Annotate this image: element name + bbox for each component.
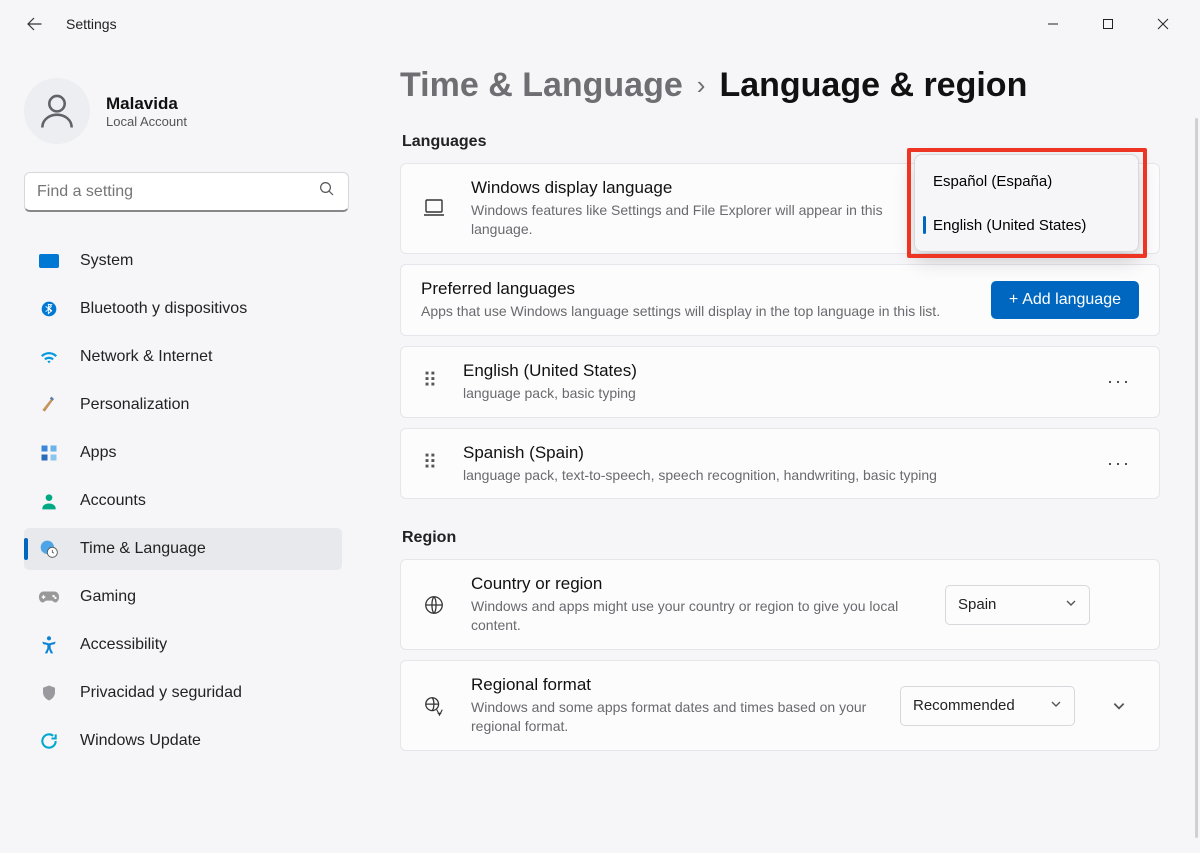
- display-language-sub: Windows features like Settings and File …: [471, 201, 901, 239]
- country-sub: Windows and apps might use your country …: [471, 597, 921, 635]
- display-language-card: Windows display language Windows feature…: [400, 163, 1160, 254]
- display-language-title: Windows display language: [471, 178, 901, 198]
- drag-handle-icon[interactable]: ⠿: [421, 460, 439, 467]
- language-option-espanol[interactable]: Español (España): [919, 159, 1134, 203]
- laptop-icon: [421, 198, 447, 218]
- app-title: Settings: [66, 16, 117, 32]
- preferred-languages-title: Preferred languages: [421, 279, 967, 299]
- preferred-languages-card: Preferred languages Apps that use Window…: [400, 264, 1160, 336]
- nav-label: Accounts: [80, 492, 146, 510]
- section-region: Region: [402, 529, 1160, 547]
- country-value: Spain: [958, 596, 996, 613]
- back-button[interactable]: [24, 14, 44, 34]
- nav-label: Personalization: [80, 396, 189, 414]
- add-language-label: Add language: [1022, 291, 1121, 308]
- regional-format-title: Regional format: [471, 675, 876, 695]
- minimize-button[interactable]: [1025, 4, 1080, 44]
- search-icon: [318, 180, 336, 203]
- shield-icon: [38, 682, 60, 704]
- nav-label: Windows Update: [80, 732, 201, 750]
- chevron-right-icon: ›: [697, 70, 706, 101]
- country-select[interactable]: Spain: [945, 585, 1090, 625]
- nav-personalization[interactable]: Personalization: [24, 384, 342, 426]
- section-languages: Languages: [402, 133, 1160, 151]
- globe-icon: [421, 594, 447, 616]
- nav-label: Gaming: [80, 588, 136, 606]
- update-icon: [38, 730, 60, 752]
- country-region-card: Country or region Windows and apps might…: [400, 559, 1160, 650]
- globe-clock-icon: [38, 538, 60, 560]
- regional-format-sub: Windows and some apps format dates and t…: [471, 698, 876, 736]
- nav-system[interactable]: System: [24, 240, 342, 282]
- chevron-down-icon: [1065, 596, 1077, 613]
- language-name: Spanish (Spain): [463, 443, 1075, 463]
- regional-format-card: Regional format Windows and some apps fo…: [400, 660, 1160, 751]
- nav-apps[interactable]: Apps: [24, 432, 342, 474]
- nav-gaming[interactable]: Gaming: [24, 576, 342, 618]
- nav-label: System: [80, 252, 133, 270]
- accounts-icon: [38, 490, 60, 512]
- breadcrumb-parent[interactable]: Time & Language: [400, 66, 683, 105]
- account-type: Local Account: [106, 114, 187, 129]
- regional-format-select[interactable]: Recommended: [900, 686, 1075, 726]
- close-button[interactable]: [1135, 4, 1190, 44]
- nav-label: Time & Language: [80, 540, 206, 558]
- search-box[interactable]: [24, 172, 349, 212]
- avatar: [24, 78, 90, 144]
- user-name: Malavida: [106, 94, 187, 114]
- country-title: Country or region: [471, 574, 921, 594]
- nav-time-language[interactable]: Time & Language: [24, 528, 342, 570]
- regional-format-value: Recommended: [913, 697, 1015, 714]
- language-detail: language pack, text-to-speech, speech re…: [463, 466, 1075, 485]
- page-title: Language & region: [719, 66, 1027, 105]
- nav-bluetooth[interactable]: Bluetooth y dispositivos: [24, 288, 342, 330]
- accessibility-icon: [38, 634, 60, 656]
- language-name: English (United States): [463, 361, 1075, 381]
- nav-network[interactable]: Network & Internet: [24, 336, 342, 378]
- brush-icon: [38, 394, 60, 416]
- nav-accounts[interactable]: Accounts: [24, 480, 342, 522]
- chevron-down-icon: [1050, 697, 1062, 714]
- nav-accessibility[interactable]: Accessibility: [24, 624, 342, 666]
- account-block[interactable]: Malavida Local Account: [24, 78, 342, 144]
- nav-label: Network & Internet: [80, 348, 213, 366]
- display-language-dropdown[interactable]: Español (España) English (United States): [914, 154, 1139, 252]
- expand-button[interactable]: [1099, 686, 1139, 726]
- nav-label: Accessibility: [80, 636, 167, 654]
- gamepad-icon: [38, 586, 60, 608]
- system-icon: [38, 250, 60, 272]
- language-row-spanish[interactable]: ⠿ Spanish (Spain) language pack, text-to…: [400, 428, 1160, 500]
- nav-label: Apps: [80, 444, 116, 462]
- maximize-button[interactable]: [1080, 4, 1135, 44]
- nav-label: Privacidad y seguridad: [80, 684, 242, 702]
- search-input[interactable]: [37, 183, 318, 201]
- apps-icon: [38, 442, 60, 464]
- globe-text-icon: [421, 695, 447, 717]
- nav-label: Bluetooth y dispositivos: [80, 300, 247, 318]
- bluetooth-icon: [38, 298, 60, 320]
- nav-windows-update[interactable]: Windows Update: [24, 720, 342, 762]
- plus-icon: +: [1009, 291, 1018, 308]
- nav-privacy[interactable]: Privacidad y seguridad: [24, 672, 342, 714]
- language-detail: language pack, basic typing: [463, 384, 1075, 403]
- drag-handle-icon[interactable]: ⠿: [421, 378, 439, 385]
- language-option-english[interactable]: English (United States): [919, 203, 1134, 247]
- scrollbar[interactable]: [1195, 118, 1198, 838]
- add-language-button[interactable]: +Add language: [991, 281, 1139, 319]
- language-row-english[interactable]: ⠿ English (United States) language pack,…: [400, 346, 1160, 418]
- more-options-button[interactable]: ···: [1099, 362, 1139, 402]
- wifi-icon: [38, 346, 60, 368]
- preferred-languages-sub: Apps that use Windows language settings …: [421, 302, 961, 321]
- more-options-button[interactable]: ···: [1099, 444, 1139, 484]
